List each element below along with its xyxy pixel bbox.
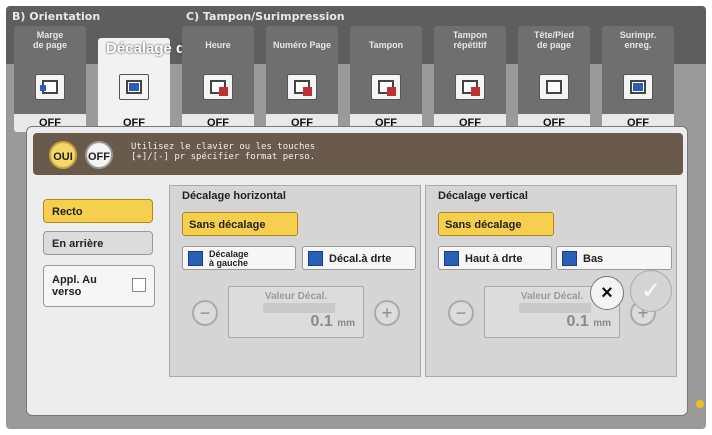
horizontal-value-field[interactable]: Valeur Décal. 0.1 mm xyxy=(228,286,364,338)
shift-right-label: Décal.à drte xyxy=(329,253,392,265)
tile-label: Tampon répétitif xyxy=(452,30,488,50)
tile-header-footer[interactable]: Tête/Pied de page OFF xyxy=(518,26,590,132)
hint-text: Utilisez le clavier ou les touches [+]/[-… xyxy=(131,142,316,162)
shift-down-label: Bas xyxy=(583,253,604,265)
tile-label: Surimpr. enreg. xyxy=(619,30,657,50)
status-indicator xyxy=(696,400,704,408)
horizontal-shift-title: Décalage horizontal xyxy=(182,190,286,202)
value-label: Valeur Décal. xyxy=(264,291,328,302)
shift-up-icon xyxy=(444,251,459,266)
tile-stamp[interactable]: Tampon OFF xyxy=(350,26,422,132)
tile-label: Numéro Page xyxy=(272,40,332,50)
repeat-stamp-icon xyxy=(455,74,485,100)
horizontal-no-shift-button[interactable]: Sans décalage xyxy=(182,212,298,236)
stamp-icon xyxy=(371,74,401,100)
tile-overlay[interactable]: Surimpr. enreg. OFF xyxy=(602,26,674,132)
vertical-value: 0.1 mm xyxy=(566,313,612,330)
tile-repeat-stamp[interactable]: Tampon répétitif OFF xyxy=(434,26,506,132)
minus-icon[interactable]: − xyxy=(448,300,474,326)
page-number-icon xyxy=(287,74,317,100)
section-stamp-label: C) Tampon/Surimpression xyxy=(186,10,345,23)
apply-verso-button[interactable]: Appl. Au verso xyxy=(43,265,155,307)
shift-down-button[interactable]: Bas xyxy=(556,246,672,270)
horizontal-value: 0.1 mm xyxy=(310,313,356,330)
ok-button[interactable]: ✓ xyxy=(630,270,672,312)
shift-down-icon xyxy=(562,251,577,266)
margin-icon xyxy=(35,74,65,100)
recto-button[interactable]: Recto xyxy=(43,199,153,223)
shift-up-label: Haut à drte xyxy=(465,253,523,265)
tile-page-margin[interactable]: Marge de page OFF xyxy=(14,26,86,132)
on-button[interactable]: OUI xyxy=(49,141,77,169)
plus-icon[interactable]: + xyxy=(374,300,400,326)
overlay-icon xyxy=(623,74,653,100)
off-button[interactable]: OFF xyxy=(85,141,113,169)
vertical-no-shift-button[interactable]: Sans décalage xyxy=(438,212,554,236)
image-shift-dialog: OUI OFF Utilisez le clavier ou les touch… xyxy=(26,126,688,416)
tile-label: Heure xyxy=(205,40,231,50)
section-orientation-label: B) Orientation xyxy=(12,10,101,23)
date-stamp-icon xyxy=(203,74,233,100)
tile-page-number[interactable]: Numéro Page OFF xyxy=(266,26,338,132)
image-shift-icon xyxy=(119,74,149,100)
screen: B) Orientation C) Tampon/Surimpression M… xyxy=(6,6,706,429)
horizontal-shift-panel: Décalage horizontal Sans décalage Décala… xyxy=(169,185,421,377)
apply-verso-checkbox[interactable] xyxy=(132,278,146,292)
shift-right-icon xyxy=(308,251,323,266)
tile-label: Tête/Pied de page xyxy=(533,30,574,50)
tile-label: Tampon xyxy=(368,40,404,50)
tile-date-time[interactable]: Heure OFF xyxy=(182,26,254,132)
value-range-bar xyxy=(263,303,335,313)
shift-left-icon xyxy=(188,251,203,266)
value-range-bar xyxy=(519,303,591,313)
minus-icon[interactable]: − xyxy=(192,300,218,326)
header-footer-icon xyxy=(539,74,569,100)
close-button[interactable]: × xyxy=(590,276,624,310)
shift-up-button[interactable]: Haut à drte xyxy=(438,246,552,270)
shift-left-button[interactable]: Décalage à gauche xyxy=(182,246,296,270)
apply-verso-label: Appl. Au verso xyxy=(52,274,97,298)
back-button[interactable]: En arrière xyxy=(43,231,153,255)
shift-right-button[interactable]: Décal.à drte xyxy=(302,246,416,270)
tile-label: Marge de page xyxy=(32,30,67,50)
shift-left-label: Décalage à gauche xyxy=(209,249,249,269)
vertical-shift-title: Décalage vertical xyxy=(438,190,528,202)
dialog-header: OUI OFF Utilisez le clavier ou les touch… xyxy=(33,133,683,175)
